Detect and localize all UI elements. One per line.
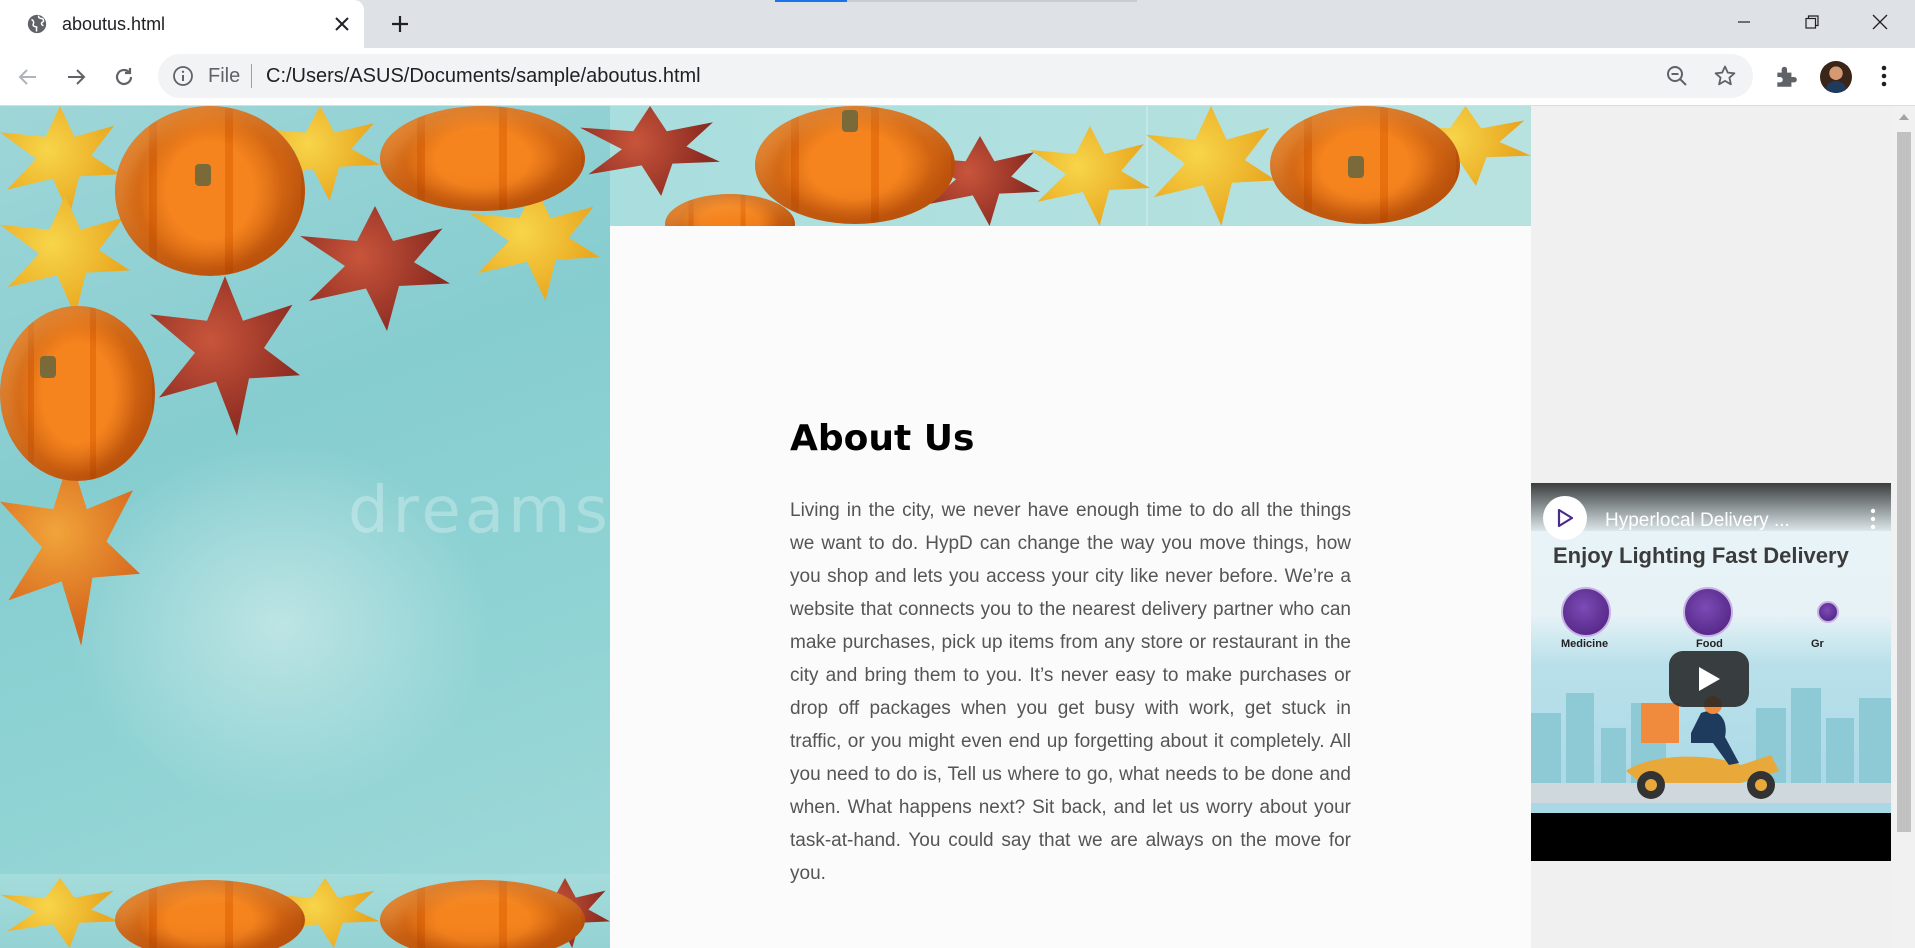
loading-indicator	[775, 0, 847, 2]
minimize-icon[interactable]	[1710, 0, 1778, 44]
reload-icon[interactable]	[108, 61, 140, 93]
close-tab-icon[interactable]	[330, 12, 354, 36]
globe-icon	[27, 14, 47, 34]
info-icon[interactable]	[172, 65, 194, 87]
pumpkin-decoration	[0, 306, 155, 481]
pumpkin-decoration	[380, 106, 585, 211]
profile-avatar[interactable]	[1820, 61, 1852, 93]
extensions-puzzle-icon[interactable]	[1773, 64, 1799, 90]
video-promo-text: Enjoy Lighting Fast Delivery	[1553, 543, 1849, 568]
youtube-video-embed[interactable]: Hyperlocal Delivery ... Enjoy Lighting F…	[1531, 483, 1891, 861]
category-label: Gr	[1811, 638, 1824, 650]
page-viewport: dreamst About Us Living in the city, we …	[0, 106, 1893, 948]
page-title: About Us	[790, 418, 975, 459]
close-window-icon[interactable]	[1846, 0, 1914, 44]
tab-aboutus[interactable]: aboutus.html	[0, 0, 364, 48]
bookmark-star-icon[interactable]	[1713, 64, 1737, 88]
url-text[interactable]: C:/Users/ASUS/Documents/sample/aboutus.h…	[266, 65, 701, 88]
page-scrollbar[interactable]	[1893, 106, 1915, 948]
play-button[interactable]	[1669, 651, 1749, 707]
food-category-icon	[1683, 587, 1733, 637]
more-menu-icon[interactable]	[1870, 62, 1898, 90]
delivery-scooter-illustration	[1626, 696, 1779, 799]
pumpkin-decoration	[115, 106, 305, 276]
medicine-category-icon	[1561, 587, 1611, 637]
banner-tile-seam	[1146, 106, 1148, 226]
category-label: Food	[1696, 638, 1723, 650]
pumpkin-stem	[195, 164, 211, 186]
video-title[interactable]: Hyperlocal Delivery ...	[1605, 510, 1790, 532]
pumpkin-decoration	[1270, 106, 1460, 224]
stock-watermark: dreamst	[348, 474, 641, 548]
tab-title: aboutus.html	[62, 14, 166, 34]
grocery-category-icon	[1817, 601, 1839, 623]
scrollbar-thumb[interactable]	[1897, 132, 1911, 832]
pumpkin-stem	[1348, 156, 1364, 178]
browser-toolbar: File C:/Users/ASUS/Documents/sample/abou…	[0, 48, 1915, 106]
restore-icon[interactable]	[1778, 0, 1846, 44]
channel-avatar[interactable]	[1543, 496, 1587, 540]
omnibox-divider	[251, 64, 252, 88]
loading-track	[847, 0, 1137, 2]
about-paragraph: Living in the city, we never have enough…	[790, 500, 1351, 884]
about-card: About Us Living in the city, we never ha…	[610, 226, 1531, 948]
scheme-label: File	[208, 65, 241, 87]
back-arrow-icon[interactable]	[12, 61, 44, 93]
new-tab-icon[interactable]	[385, 9, 415, 39]
scroll-up-arrow-icon[interactable]	[1899, 114, 1909, 120]
pumpkin-stem	[40, 356, 56, 378]
forward-arrow-icon[interactable]	[60, 61, 92, 93]
play-icon	[1699, 667, 1720, 691]
category-label: Medicine	[1561, 638, 1609, 650]
pumpkin-stem	[842, 110, 858, 132]
tab-strip: aboutus.html	[0, 0, 1915, 48]
address-bar[interactable]: File C:/Users/ASUS/Documents/sample/abou…	[158, 54, 1753, 98]
zoom-out-icon[interactable]	[1665, 64, 1689, 88]
video-more-icon[interactable]	[1869, 508, 1877, 530]
